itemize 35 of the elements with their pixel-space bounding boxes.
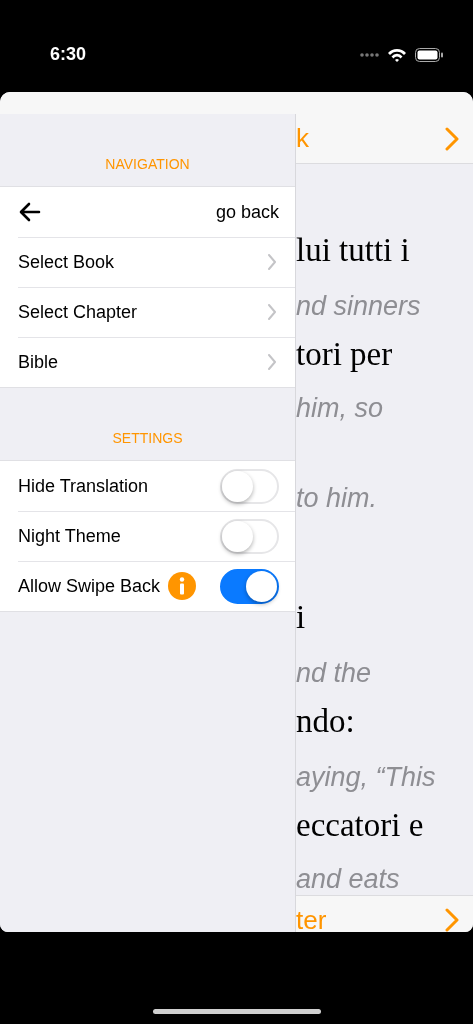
chevron-icon bbox=[268, 254, 277, 270]
menu-item[interactable]: Bible bbox=[0, 337, 295, 387]
chevron-icon bbox=[445, 908, 459, 932]
setting-label: Allow Swipe Back bbox=[18, 574, 161, 598]
status-time: 6:30 bbox=[50, 43, 87, 66]
menu-item[interactable]: Select Chapter bbox=[0, 287, 295, 337]
back-row[interactable]: go back bbox=[0, 187, 295, 237]
section-header: NAVIGATION bbox=[105, 156, 190, 172]
verse-text: ndo: bbox=[296, 702, 356, 739]
setting-label: Hide Translation bbox=[18, 474, 149, 498]
verse-text: tori per bbox=[296, 336, 394, 373]
wifi-icon bbox=[387, 46, 407, 63]
translation-text: to him. bbox=[296, 483, 379, 514]
row-label: go back bbox=[215, 200, 279, 224]
back-arrow-icon bbox=[18, 201, 42, 223]
chevron-icon bbox=[445, 126, 459, 151]
row-label: Select Chapter bbox=[18, 300, 138, 324]
translation-text: and eats bbox=[296, 864, 401, 895]
verse-text: eccatori e bbox=[296, 806, 425, 843]
section-header: SETTINGS bbox=[112, 430, 183, 446]
translation-text: him, so bbox=[296, 394, 385, 424]
menu-item[interactable]: Select Book bbox=[0, 237, 295, 287]
toggle-switch[interactable] bbox=[220, 568, 279, 604]
row-label: Select Book bbox=[18, 250, 115, 274]
battery-icon bbox=[415, 47, 443, 62]
translation-text: aying, “This bbox=[296, 762, 437, 793]
setting-label: Night Theme bbox=[18, 524, 121, 548]
chevron-icon bbox=[268, 304, 277, 320]
translation-text: nd the bbox=[296, 658, 373, 689]
chevron-icon bbox=[268, 354, 277, 370]
verse-text: lui tutti i bbox=[296, 232, 411, 269]
row-label: Bible bbox=[18, 350, 59, 374]
translation-text: nd sinners bbox=[296, 292, 422, 322]
verse-text: i bbox=[296, 598, 307, 635]
signal-icon bbox=[360, 51, 379, 58]
